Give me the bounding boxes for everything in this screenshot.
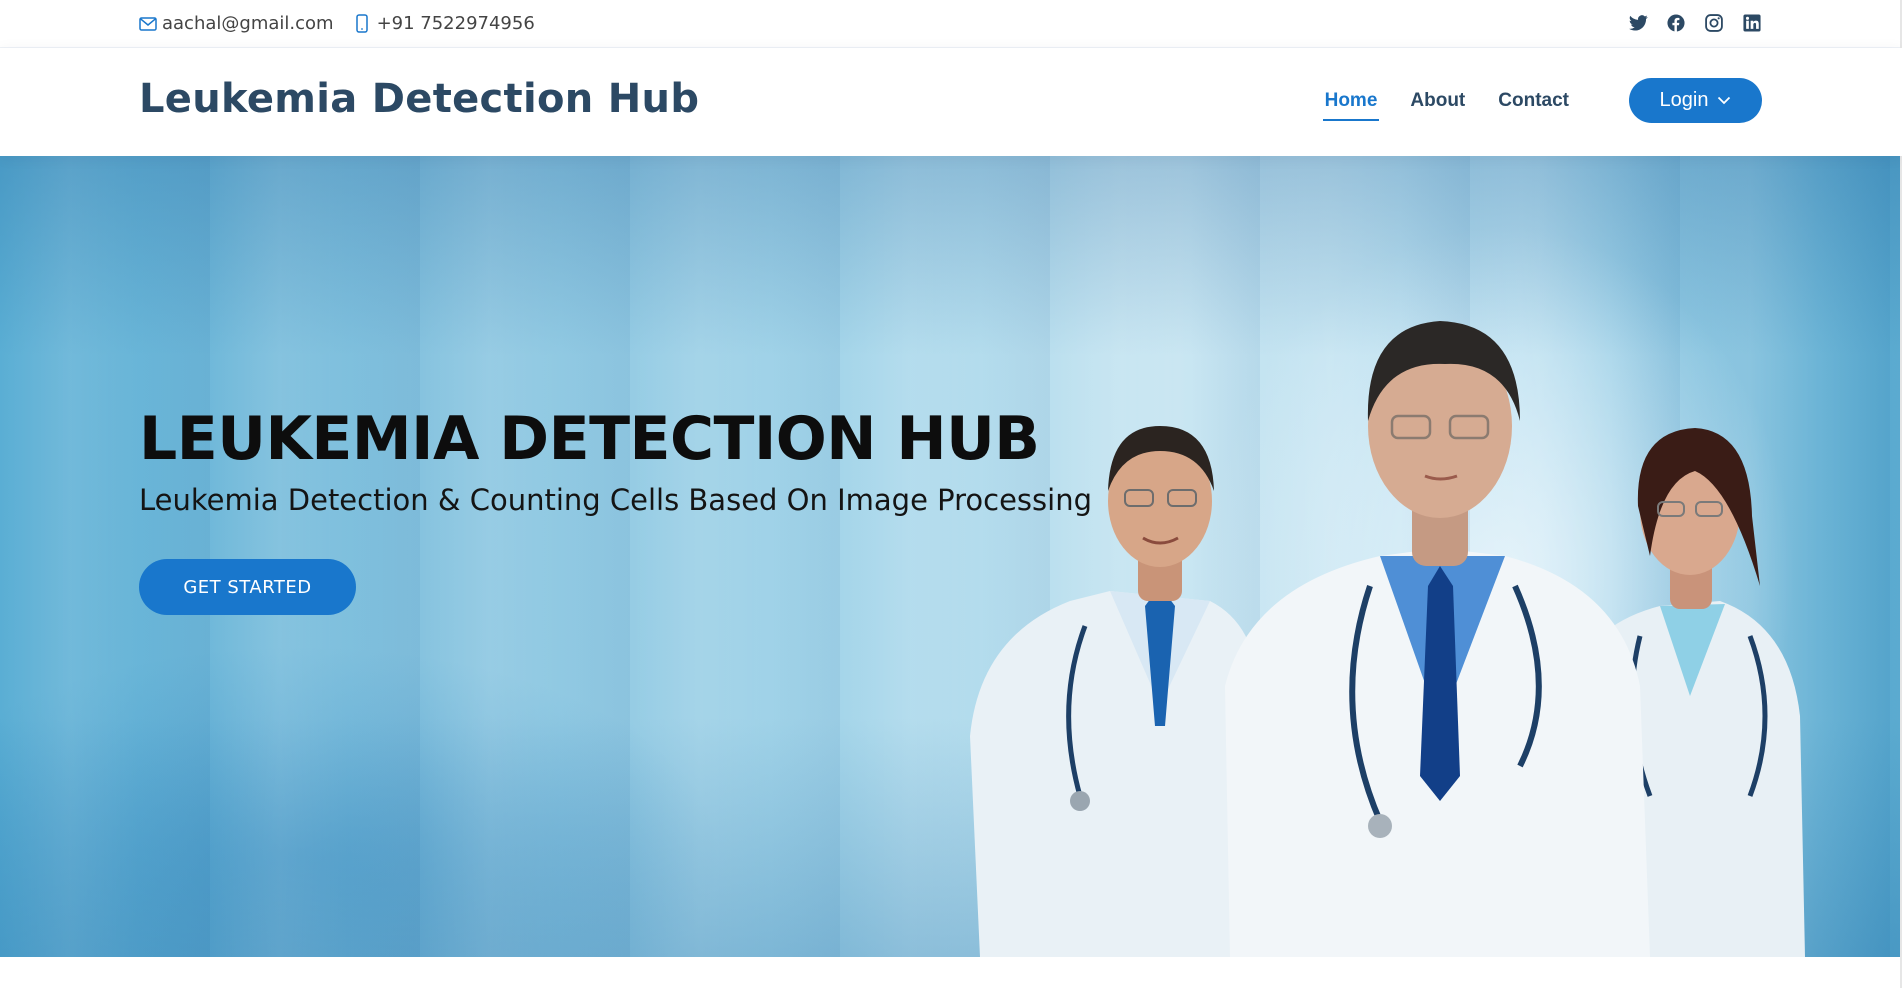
instagram-icon[interactable] (1704, 13, 1724, 33)
phone-text: +91 7522974956 (376, 13, 535, 34)
facebook-icon[interactable] (1666, 13, 1686, 33)
doctor-center (1225, 321, 1650, 957)
main-nav: Home About Contact Login (1294, 78, 1762, 123)
contact-info: aachal@gmail.com +91 7522974956 (139, 13, 557, 34)
doctors-image (970, 321, 1805, 957)
site-header: Leukemia Detection Hub Home About Contac… (0, 48, 1902, 156)
envelope-icon (139, 16, 157, 31)
phone-contact[interactable]: +91 7522974956 (355, 13, 535, 34)
nav-home[interactable]: Home (1322, 79, 1380, 123)
get-started-button[interactable]: GET STARTED (139, 559, 356, 615)
chevron-down-icon (1718, 96, 1731, 105)
email-text: aachal@gmail.com (162, 13, 334, 34)
hero-section (0, 156, 1902, 957)
nav-about[interactable]: About (1408, 79, 1467, 123)
email-contact[interactable]: aachal@gmail.com (139, 13, 334, 34)
social-links (1610, 13, 1762, 33)
site-logo[interactable]: Leukemia Detection Hub (139, 76, 699, 122)
top-bar: aachal@gmail.com +91 7522974956 (0, 0, 1902, 48)
nav-contact[interactable]: Contact (1496, 79, 1571, 123)
login-label: Login (1659, 89, 1709, 111)
login-button[interactable]: Login (1629, 78, 1762, 123)
hero-subtitle: Leukemia Detection & Counting Cells Base… (139, 483, 1092, 517)
linkedin-icon[interactable] (1742, 13, 1762, 33)
phone-icon (355, 14, 368, 33)
hero-title-text: LEUKEMIA DETECTION HUB (139, 404, 1040, 474)
twitter-icon[interactable] (1628, 13, 1648, 33)
